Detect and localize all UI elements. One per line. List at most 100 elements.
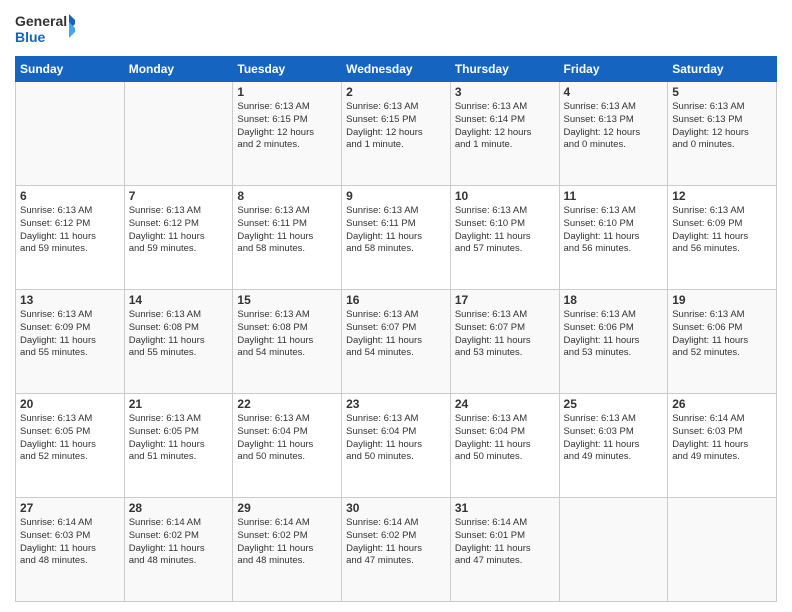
page: General Blue SundayMondayTuesdayWednesda…	[0, 0, 792, 612]
day-number: 8	[237, 189, 337, 203]
day-number: 31	[455, 501, 555, 515]
calendar-cell: 6 Sunrise: 6:13 AM Sunset: 6:12 PM Daylig…	[16, 186, 125, 290]
calendar-cell: 8Sunrise: 6:13 AM Sunset: 6:11 PM Daylig…	[233, 186, 342, 290]
calendar-cell: 4Sunrise: 6:13 AM Sunset: 6:13 PM Daylig…	[559, 82, 668, 186]
calendar-cell: 22 Sunrise: 6:13 AM Sunset: 6:04 PM Dayli…	[233, 394, 342, 498]
day-number: 17	[455, 293, 555, 307]
day-info: Sunrise: 6:13 AM Sunset: 6:09 PM Dayligh…	[20, 309, 120, 360]
calendar-cell: 12Sunrise: 6:13 AM Sunset: 6:09 PM Dayli…	[668, 186, 777, 290]
day-number: 3	[455, 85, 555, 99]
day-info: Sunrise: 6:13 AM Sunset: 6:03 PM Dayligh…	[564, 413, 664, 464]
calendar-cell: 7 Sunrise: 6:13 AM Sunset: 6:12 PM Daylig…	[124, 186, 233, 290]
calendar-cell: 26Sunrise: 6:14 AM Sunset: 6:03 PM Dayli…	[668, 394, 777, 498]
day-number: 28	[129, 501, 229, 515]
day-info: Sunrise: 6:13 AM Sunset: 6:04 PM Dayligh…	[455, 413, 555, 464]
day-info: Sunrise: 6:13 AM Sunset: 6:12 PM Dayligh…	[20, 205, 120, 256]
day-header-saturday: Saturday	[668, 57, 777, 82]
day-number: 19	[672, 293, 772, 307]
calendar-table: SundayMondayTuesdayWednesdayThursdayFrid…	[15, 56, 777, 602]
calendar-cell	[668, 498, 777, 602]
day-info: Sunrise: 6:13 AM Sunset: 6:12 PM Dayligh…	[129, 205, 229, 256]
day-info: Sunrise: 6:13 AM Sunset: 6:07 PM Dayligh…	[346, 309, 446, 360]
day-number: 12	[672, 189, 772, 203]
day-info: Sunrise: 6:14 AM Sunset: 6:01 PM Dayligh…	[455, 517, 555, 568]
day-info: Sunrise: 6:13 AM Sunset: 6:06 PM Dayligh…	[564, 309, 664, 360]
calendar-cell: 17 Sunrise: 6:13 AM Sunset: 6:07 PM Dayli…	[450, 290, 559, 394]
calendar-cell: 18 Sunrise: 6:13 AM Sunset: 6:06 PM Dayli…	[559, 290, 668, 394]
calendar-cell: 19 Sunrise: 6:13 AM Sunset: 6:06 PM Dayli…	[668, 290, 777, 394]
day-number: 5	[672, 85, 772, 99]
svg-text:Blue: Blue	[15, 29, 46, 45]
calendar-cell: 9Sunrise: 6:13 AM Sunset: 6:11 PM Daylig…	[342, 186, 451, 290]
week-row-2: 6 Sunrise: 6:13 AM Sunset: 6:12 PM Daylig…	[16, 186, 777, 290]
week-row-4: 20Sunrise: 6:13 AM Sunset: 6:05 PM Dayli…	[16, 394, 777, 498]
day-info: Sunrise: 6:13 AM Sunset: 6:10 PM Dayligh…	[564, 205, 664, 256]
day-info: Sunrise: 6:14 AM Sunset: 6:02 PM Dayligh…	[237, 517, 337, 568]
calendar-cell: 20Sunrise: 6:13 AM Sunset: 6:05 PM Dayli…	[16, 394, 125, 498]
day-number: 14	[129, 293, 229, 307]
day-number: 24	[455, 397, 555, 411]
calendar-cell	[16, 82, 125, 186]
day-info: Sunrise: 6:13 AM Sunset: 6:04 PM Dayligh…	[346, 413, 446, 464]
day-header-sunday: Sunday	[16, 57, 125, 82]
calendar-cell: 3 Sunrise: 6:13 AM Sunset: 6:14 PM Daylig…	[450, 82, 559, 186]
day-number: 16	[346, 293, 446, 307]
calendar-cell: 2Sunrise: 6:13 AM Sunset: 6:15 PM Daylig…	[342, 82, 451, 186]
day-number: 6	[20, 189, 120, 203]
calendar-cell: 1 Sunrise: 6:13 AM Sunset: 6:15 PM Daylig…	[233, 82, 342, 186]
week-row-1: 1 Sunrise: 6:13 AM Sunset: 6:15 PM Daylig…	[16, 82, 777, 186]
week-row-5: 27 Sunrise: 6:14 AM Sunset: 6:03 PM Dayli…	[16, 498, 777, 602]
day-number: 22	[237, 397, 337, 411]
calendar-cell	[559, 498, 668, 602]
day-info: Sunrise: 6:13 AM Sunset: 6:06 PM Dayligh…	[672, 309, 772, 360]
calendar-cell: 15 Sunrise: 6:13 AM Sunset: 6:08 PM Dayli…	[233, 290, 342, 394]
day-number: 21	[129, 397, 229, 411]
calendar-cell: 28 Sunrise: 6:14 AM Sunset: 6:02 PM Dayli…	[124, 498, 233, 602]
svg-text:General: General	[15, 13, 67, 29]
day-header-wednesday: Wednesday	[342, 57, 451, 82]
day-info: Sunrise: 6:13 AM Sunset: 6:13 PM Dayligh…	[672, 101, 772, 152]
day-info: Sunrise: 6:13 AM Sunset: 6:10 PM Dayligh…	[455, 205, 555, 256]
day-info: Sunrise: 6:13 AM Sunset: 6:14 PM Dayligh…	[455, 101, 555, 152]
calendar-cell: 14 Sunrise: 6:13 AM Sunset: 6:08 PM Dayli…	[124, 290, 233, 394]
calendar-cell: 11Sunrise: 6:13 AM Sunset: 6:10 PM Dayli…	[559, 186, 668, 290]
day-number: 15	[237, 293, 337, 307]
day-info: Sunrise: 6:13 AM Sunset: 6:08 PM Dayligh…	[237, 309, 337, 360]
day-number: 10	[455, 189, 555, 203]
day-number: 1	[237, 85, 337, 99]
day-info: Sunrise: 6:13 AM Sunset: 6:11 PM Dayligh…	[346, 205, 446, 256]
day-number: 25	[564, 397, 664, 411]
week-row-3: 13Sunrise: 6:13 AM Sunset: 6:09 PM Dayli…	[16, 290, 777, 394]
calendar-cell: 10 Sunrise: 6:13 AM Sunset: 6:10 PM Dayli…	[450, 186, 559, 290]
day-number: 27	[20, 501, 120, 515]
day-info: Sunrise: 6:13 AM Sunset: 6:08 PM Dayligh…	[129, 309, 229, 360]
day-number: 18	[564, 293, 664, 307]
day-info: Sunrise: 6:13 AM Sunset: 6:15 PM Dayligh…	[346, 101, 446, 152]
calendar-cell: 27 Sunrise: 6:14 AM Sunset: 6:03 PM Dayli…	[16, 498, 125, 602]
day-info: Sunrise: 6:14 AM Sunset: 6:03 PM Dayligh…	[20, 517, 120, 568]
logo-svg: General Blue	[15, 10, 75, 48]
calendar-cell: 25 Sunrise: 6:13 AM Sunset: 6:03 PM Dayli…	[559, 394, 668, 498]
day-info: Sunrise: 6:13 AM Sunset: 6:04 PM Dayligh…	[237, 413, 337, 464]
day-number: 29	[237, 501, 337, 515]
day-number: 7	[129, 189, 229, 203]
day-info: Sunrise: 6:13 AM Sunset: 6:07 PM Dayligh…	[455, 309, 555, 360]
header: General Blue	[15, 10, 777, 48]
day-info: Sunrise: 6:14 AM Sunset: 6:02 PM Dayligh…	[129, 517, 229, 568]
calendar-cell: 21 Sunrise: 6:13 AM Sunset: 6:05 PM Dayli…	[124, 394, 233, 498]
day-info: Sunrise: 6:13 AM Sunset: 6:05 PM Dayligh…	[20, 413, 120, 464]
calendar-cell: 5 Sunrise: 6:13 AM Sunset: 6:13 PM Daylig…	[668, 82, 777, 186]
calendar-cell: 16 Sunrise: 6:13 AM Sunset: 6:07 PM Dayli…	[342, 290, 451, 394]
day-info: Sunrise: 6:14 AM Sunset: 6:02 PM Dayligh…	[346, 517, 446, 568]
day-info: Sunrise: 6:14 AM Sunset: 6:03 PM Dayligh…	[672, 413, 772, 464]
logo: General Blue	[15, 10, 75, 48]
day-header-tuesday: Tuesday	[233, 57, 342, 82]
day-info: Sunrise: 6:13 AM Sunset: 6:05 PM Dayligh…	[129, 413, 229, 464]
calendar-cell: 31 Sunrise: 6:14 AM Sunset: 6:01 PM Dayli…	[450, 498, 559, 602]
calendar-cell: 13Sunrise: 6:13 AM Sunset: 6:09 PM Dayli…	[16, 290, 125, 394]
day-info: Sunrise: 6:13 AM Sunset: 6:15 PM Dayligh…	[237, 101, 337, 152]
header-row: SundayMondayTuesdayWednesdayThursdayFrid…	[16, 57, 777, 82]
calendar-cell: 24 Sunrise: 6:13 AM Sunset: 6:04 PM Dayli…	[450, 394, 559, 498]
calendar-cell: 30Sunrise: 6:14 AM Sunset: 6:02 PM Dayli…	[342, 498, 451, 602]
day-info: Sunrise: 6:13 AM Sunset: 6:13 PM Dayligh…	[564, 101, 664, 152]
